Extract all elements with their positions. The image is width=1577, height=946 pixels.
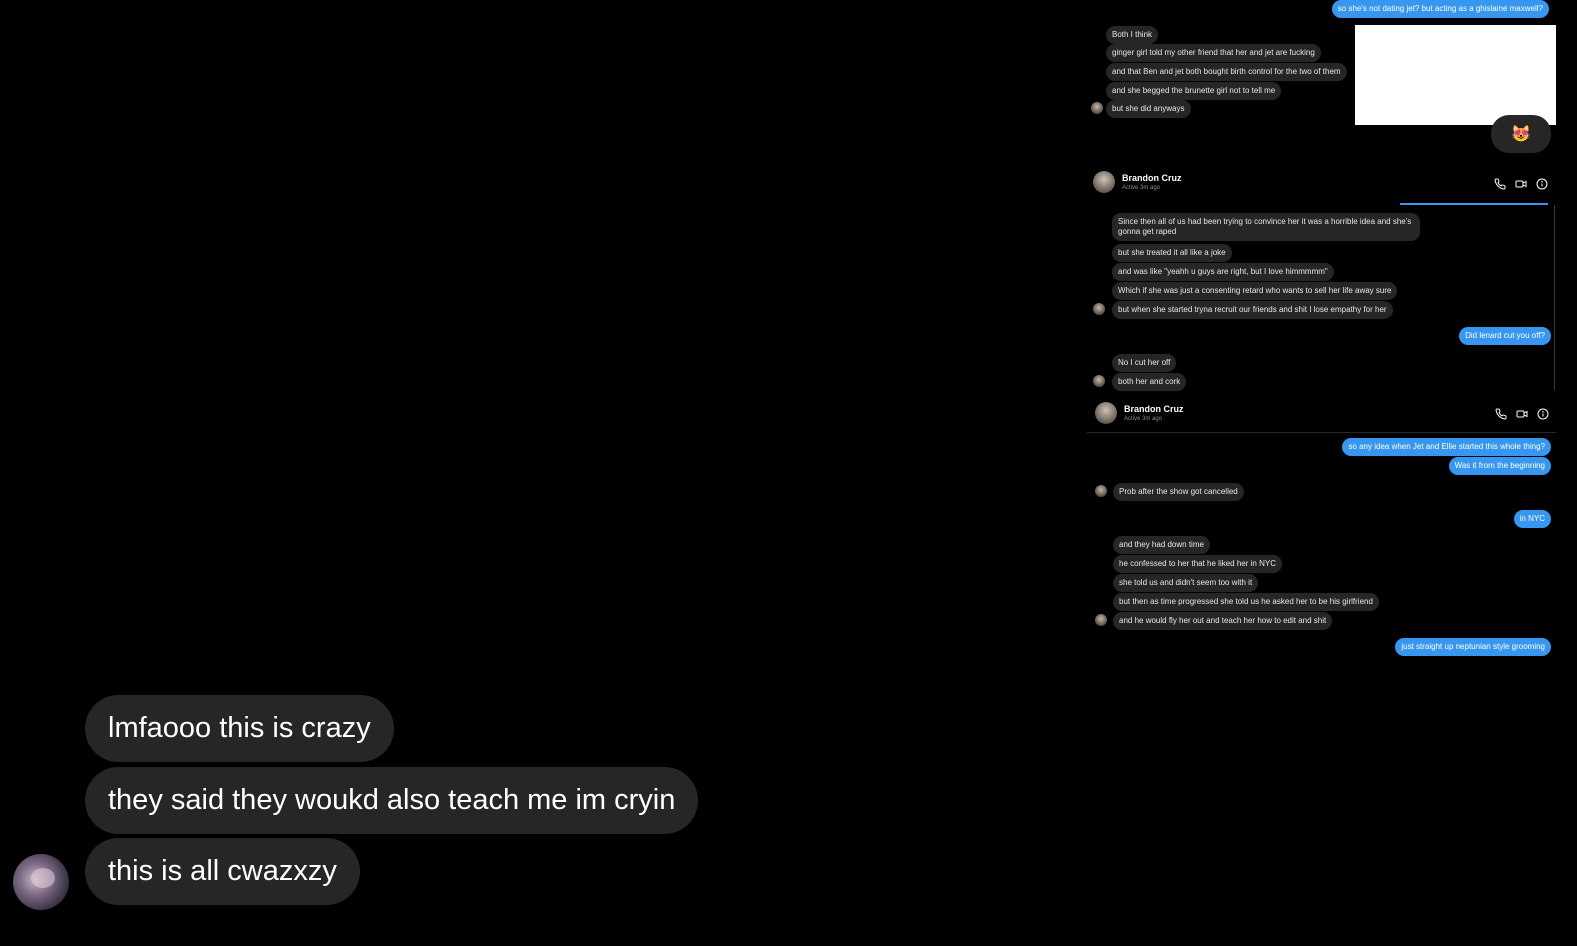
scrollbar[interactable] <box>1554 205 1555 390</box>
shared-image <box>1355 25 1556 125</box>
incoming-message: both her and cork <box>1112 373 1187 391</box>
avatar <box>1093 375 1105 387</box>
reaction-emoji: 😻 <box>1491 115 1551 153</box>
incoming-message: and he would fly her out and teach her h… <box>1113 612 1333 630</box>
avatar <box>1095 485 1107 497</box>
info-icon[interactable] <box>1537 407 1549 420</box>
screenshot-3: Brandon Cruz Active 3m ago so any idea w… <box>1087 395 1556 660</box>
incoming-message: Both I think <box>1106 26 1159 44</box>
info-icon[interactable] <box>1536 177 1548 190</box>
incoming-message: and she begged the brunette girl not to … <box>1106 82 1282 100</box>
incoming-message: and they had down time <box>1113 536 1210 554</box>
video-icon[interactable] <box>1516 407 1528 419</box>
incoming-message: but when she started tryna recruit our f… <box>1112 301 1393 319</box>
contact-avatar <box>1095 402 1117 424</box>
phone-icon[interactable] <box>1495 407 1507 420</box>
message-bubble: they said they woukd also teach me im cr… <box>85 767 699 834</box>
phone-icon[interactable] <box>1494 177 1506 190</box>
incoming-message: but then as time progressed she told us … <box>1113 593 1379 611</box>
incoming-message: but she treated it all like a joke <box>1112 244 1232 262</box>
outgoing-message: so she's not dating jet? but acting as a… <box>1331 0 1549 18</box>
outgoing-message: Did lenard cut you off? <box>1459 327 1551 345</box>
header-actions <box>1494 177 1548 190</box>
incoming-message: Since then all of us had been trying to … <box>1112 213 1420 241</box>
incoming-message: but she did anyways <box>1106 100 1191 118</box>
contact-status: Active 3m ago <box>1124 416 1163 422</box>
outgoing-message: Was it from the beginning <box>1448 457 1551 475</box>
outgoing-message: just straight up neptunian style groomin… <box>1395 638 1551 656</box>
message-bubble: lmfaooo this is crazy <box>85 695 394 762</box>
outgoing-message: in NYC <box>1513 510 1551 528</box>
outgoing-message: so any idea when Jet and Ellie started t… <box>1342 438 1551 456</box>
screenshot-2: Brandon Cruz Active 3m ago Since then al… <box>1087 163 1556 393</box>
avatar <box>1091 102 1103 114</box>
screenshot-1: so she's not dating jet? but acting as a… <box>1087 0 1556 160</box>
contact-avatar <box>1093 171 1115 193</box>
incoming-message: he confessed to her that he liked her in… <box>1113 555 1282 573</box>
incoming-message: she told us and didn't seem too with it <box>1113 574 1259 592</box>
incoming-message: Prob after the show got cancelled <box>1113 483 1244 501</box>
avatar <box>1093 303 1105 315</box>
incoming-message: Which if she was just a consenting retar… <box>1112 282 1398 300</box>
message-bubble: this is all cwazxzy <box>85 838 360 905</box>
incoming-message: No I cut her off <box>1112 354 1177 372</box>
contact-status: Active 3m ago <box>1122 185 1161 191</box>
incoming-message: ginger girl told my other friend that he… <box>1106 44 1321 62</box>
contact-name: Brandon Cruz <box>1124 404 1184 414</box>
contact-name: Brandon Cruz <box>1122 173 1182 183</box>
header-actions <box>1495 407 1549 420</box>
incoming-message: and was like "yeahh u guys are right, bu… <box>1112 263 1334 281</box>
header-divider <box>1087 432 1556 433</box>
scroll-indicator <box>1400 203 1548 205</box>
avatar <box>1095 614 1107 626</box>
incoming-message: and that Ben and jet both bought birth c… <box>1106 63 1347 81</box>
sender-avatar[interactable] <box>13 854 69 910</box>
video-icon[interactable] <box>1515 177 1527 189</box>
